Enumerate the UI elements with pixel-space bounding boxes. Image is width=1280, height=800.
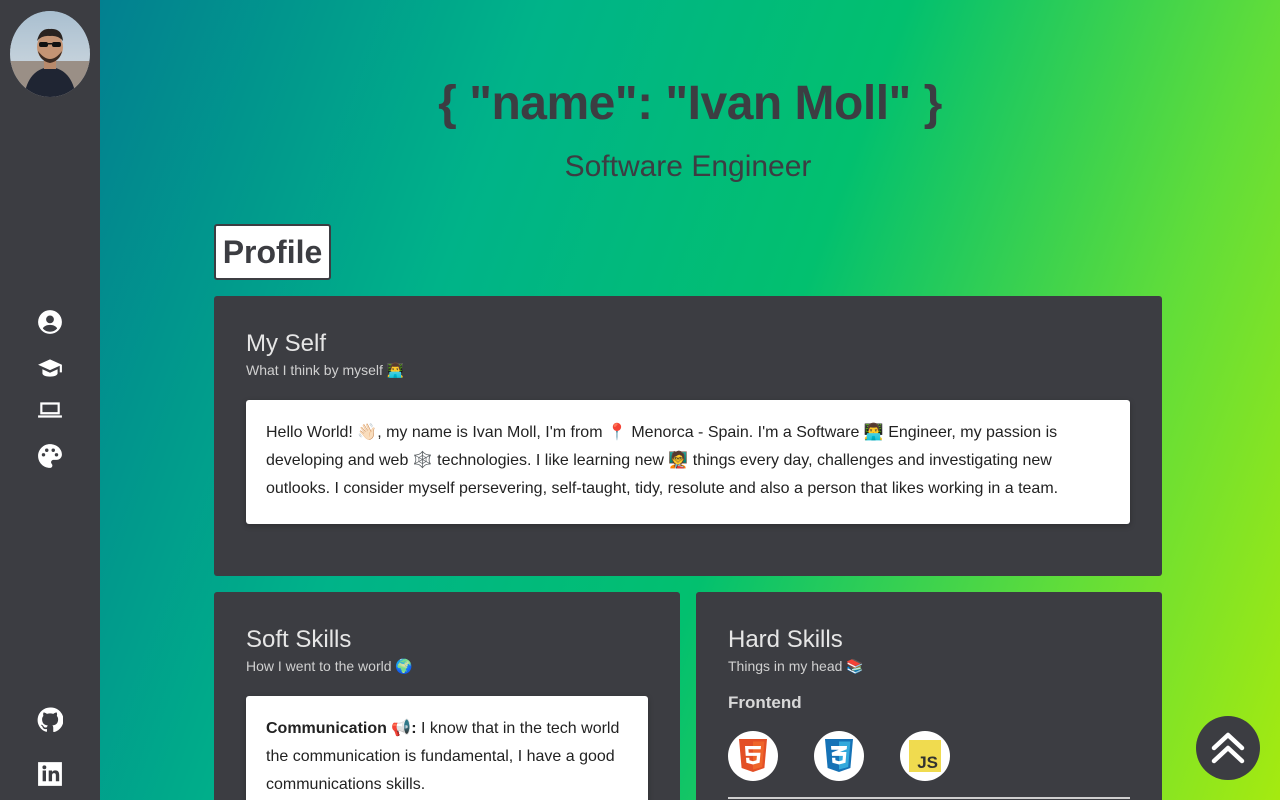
avatar-photo: [10, 11, 90, 97]
hard-skills-card: Hard Skills Things in my head 📚 Frontend…: [696, 592, 1162, 800]
hero-title: { "name": "Ivan Moll" }: [438, 77, 942, 130]
github-link[interactable]: [36, 706, 64, 734]
section-title-profile: Profile: [214, 224, 331, 280]
linkedin-icon: [38, 762, 62, 786]
laptop-code-icon: [38, 402, 62, 418]
my-self-subtitle: What I think by myself 👨‍💻: [246, 362, 405, 378]
javascript-icon: JS: [909, 740, 941, 772]
html5-icon: [739, 739, 767, 772]
css3-icon: [825, 739, 853, 772]
nav-projects-link[interactable]: [36, 396, 64, 424]
javascript-icon-text: JS: [917, 753, 938, 772]
nav-education-link[interactable]: [36, 354, 64, 382]
hard-skills-title: Hard Skills: [728, 626, 843, 653]
tech-javascript: JS: [900, 731, 950, 781]
my-self-title: My Self: [246, 330, 327, 357]
user-circle-icon: [38, 310, 62, 334]
nav-profile-link[interactable]: [36, 308, 64, 336]
soft-skill-communication-box: Communication 📢: I know that in the tech…: [246, 696, 648, 800]
soft-skill-communication: Communication 📢: I know that in the tech…: [266, 715, 628, 799]
soft-skills-card: Soft Skills How I went to the world 🌍 Co…: [214, 592, 680, 800]
avatar: [10, 11, 90, 97]
skill-group-frontend: Frontend: [728, 693, 802, 712]
soft-skills-subtitle: How I went to the world 🌍: [246, 658, 413, 674]
skill-group-divider: [728, 797, 1130, 799]
soft-skills-title: Soft Skills: [246, 626, 352, 653]
soft-skill-label: Communication 📢:: [266, 720, 417, 737]
hard-skills-subtitle: Things in my head 📚: [728, 658, 864, 674]
nav-hobbies-link[interactable]: [36, 442, 64, 470]
sidebar: [0, 0, 100, 800]
linkedin-link[interactable]: [36, 760, 64, 788]
github-icon: [37, 707, 63, 733]
my-self-text-box: Hello World! 👋🏻, my name is Ivan Moll, I…: [246, 400, 1130, 524]
tech-html5: [728, 731, 778, 781]
double-chevron-up-icon: [1211, 732, 1245, 764]
palette-icon: [38, 444, 62, 468]
scroll-to-top-button[interactable]: [1196, 716, 1260, 780]
my-self-card: My Self What I think by myself 👨‍💻 Hello…: [214, 296, 1162, 576]
main-content: { "name": "Ivan Moll" } Software Enginee…: [100, 0, 1280, 800]
my-self-text: Hello World! 👋🏻, my name is Ivan Moll, I…: [266, 424, 1059, 497]
tech-css3: [814, 731, 864, 781]
hero-subtitle: Software Engineer: [564, 150, 812, 183]
graduation-cap-icon: [38, 359, 62, 377]
